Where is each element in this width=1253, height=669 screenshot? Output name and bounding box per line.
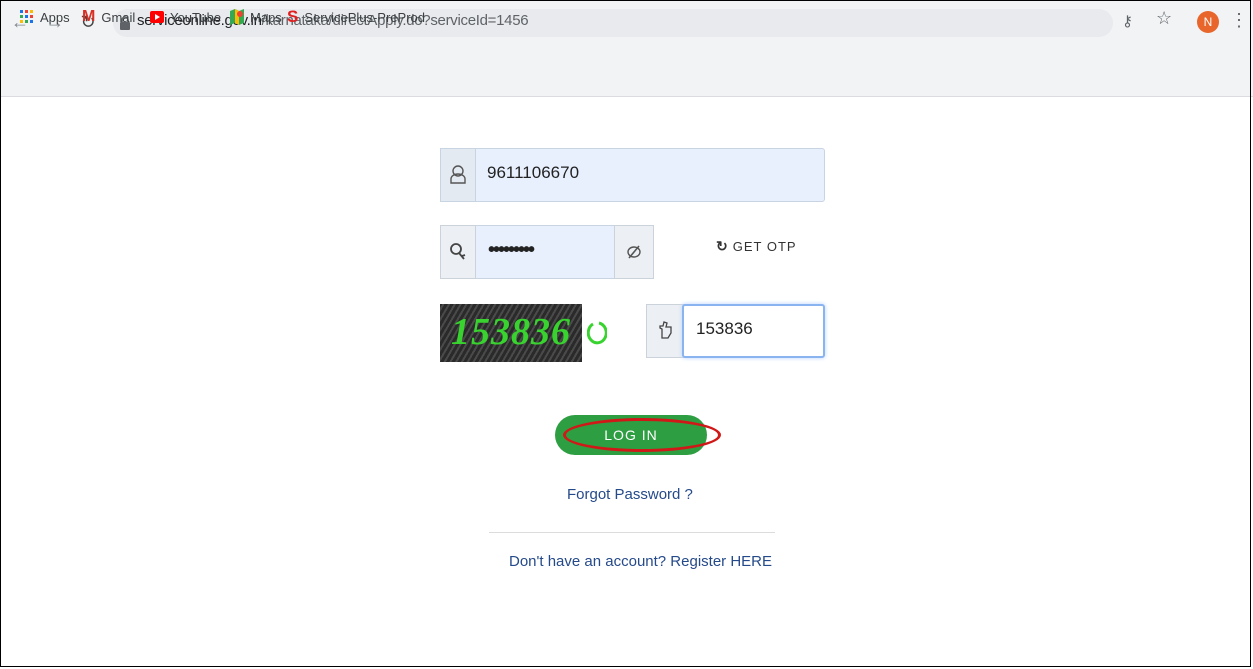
screenshot-border [0, 0, 1251, 667]
